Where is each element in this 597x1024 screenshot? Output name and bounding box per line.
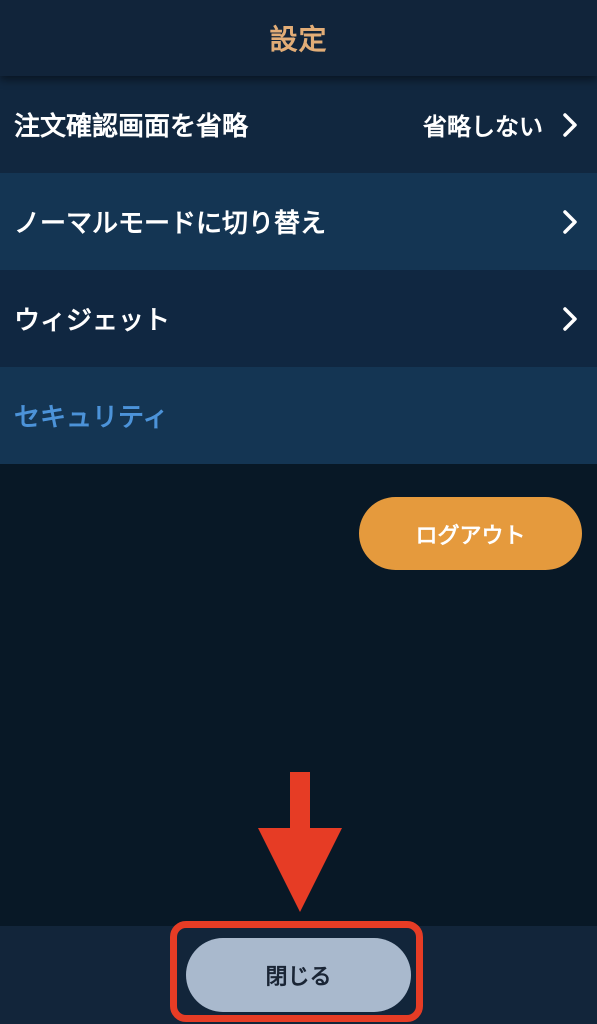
settings-item-label: ノーマルモードに切り替え bbox=[14, 209, 327, 239]
settings-item-value: 省略しない bbox=[423, 113, 543, 141]
settings-item-security[interactable]: セキュリティ bbox=[0, 367, 597, 464]
settings-item-normal-mode[interactable]: ノーマルモードに切り替え bbox=[0, 173, 597, 270]
settings-item-label: セキュリティ bbox=[14, 403, 169, 433]
settings-item-label: 注文確認画面を省略 bbox=[14, 112, 249, 142]
logout-button[interactable]: ログアウト bbox=[359, 497, 582, 570]
down-arrow-icon bbox=[258, 772, 342, 912]
chevron-right-icon bbox=[557, 304, 583, 334]
settings-item-label: ウィジェット bbox=[14, 306, 171, 336]
chevron-right-icon bbox=[557, 110, 583, 140]
close-button[interactable]: 閉じる bbox=[186, 938, 411, 1012]
settings-item-widget[interactable]: ウィジェット bbox=[0, 270, 597, 367]
settings-item-order-confirmation[interactable]: 注文確認画面を省略 省略しない bbox=[0, 76, 597, 173]
header-bar: 設定 bbox=[0, 0, 597, 76]
page-title: 設定 bbox=[269, 23, 328, 56]
settings-screen: 設定 注文確認画面を省略 省略しない ノーマルモードに切り替え ウィジェット セ… bbox=[0, 0, 597, 1024]
chevron-right-icon bbox=[557, 207, 583, 237]
